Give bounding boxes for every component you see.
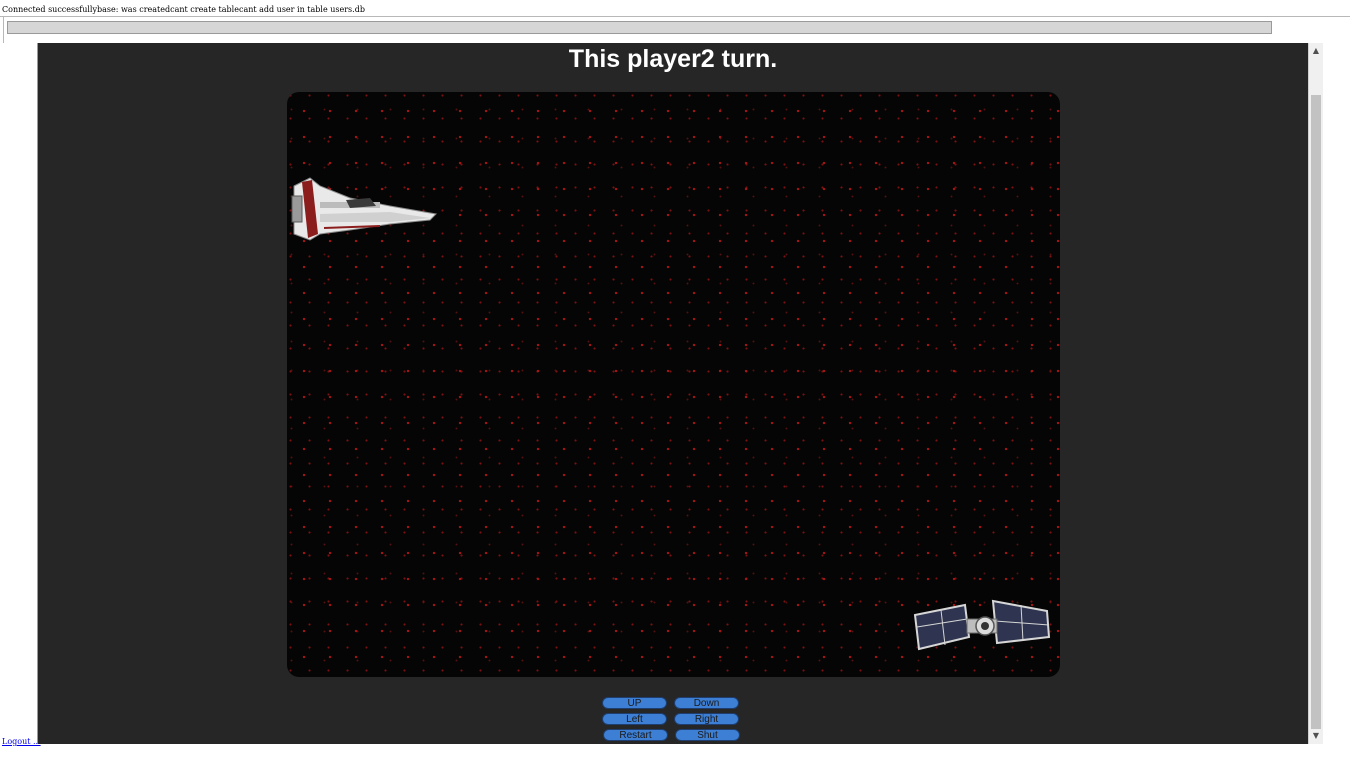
player1-ship-icon [291, 177, 438, 241]
status-message: Connected successfullybase: was createdc… [2, 5, 365, 14]
right-button[interactable]: Right [674, 713, 739, 725]
horizontal-scrollbar[interactable] [7, 21, 1272, 34]
shut-button[interactable]: Shut [675, 729, 740, 741]
restart-button[interactable]: Restart [603, 729, 668, 741]
scrollbar-thumb[interactable] [1311, 95, 1321, 729]
scroll-up-arrow-icon[interactable]: ▲ [1309, 44, 1323, 58]
game-frame: This player2 turn. [37, 43, 1323, 744]
down-button[interactable]: Down [674, 697, 739, 709]
up-button[interactable]: UP [602, 697, 667, 709]
player2-ship-icon [913, 599, 1051, 651]
frame-divider [0, 16, 1350, 17]
logout-link[interactable]: Logout ... [2, 737, 41, 746]
left-button[interactable]: Left [602, 713, 667, 725]
scroll-down-arrow-icon[interactable]: ▼ [1309, 729, 1323, 743]
game-board[interactable] [287, 92, 1060, 677]
vertical-scrollbar[interactable]: ▲ ▼ [1308, 43, 1323, 744]
turn-title: This player2 turn. [568, 45, 778, 73]
frame-divider-left [3, 16, 4, 43]
